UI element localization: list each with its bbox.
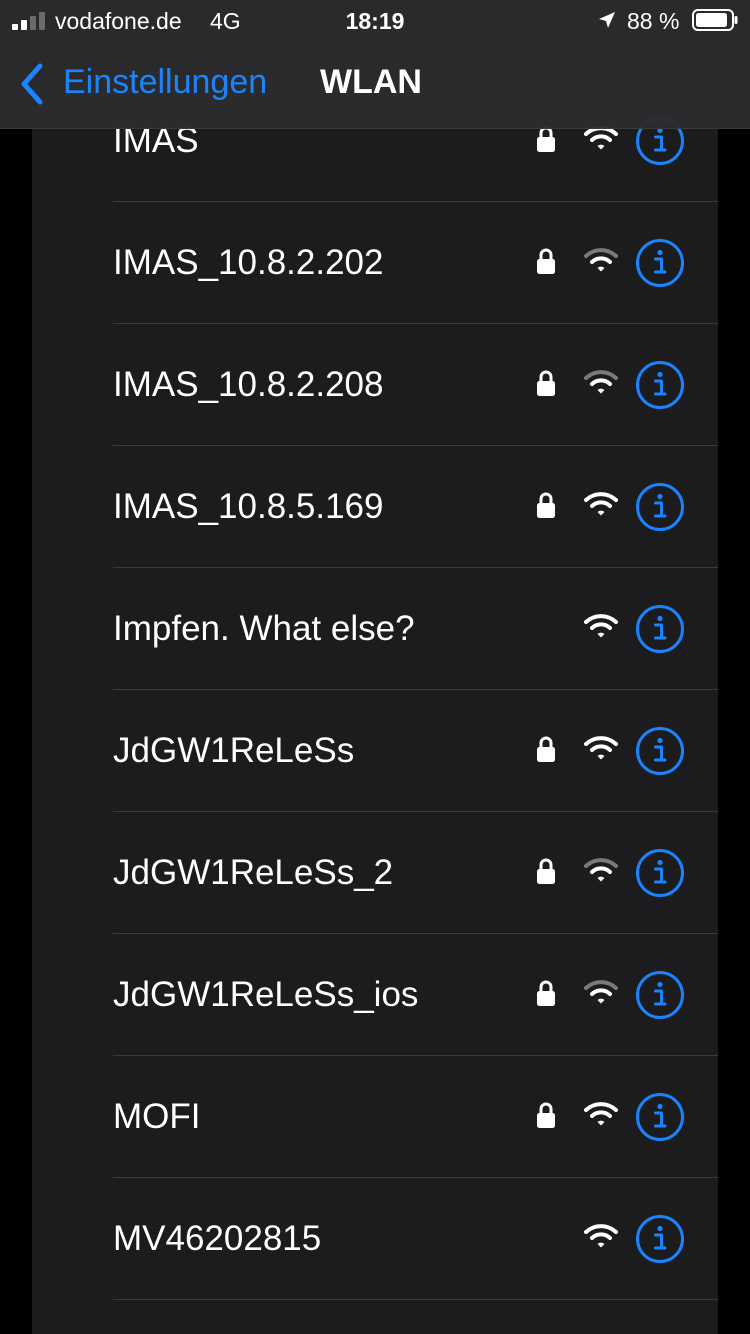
wifi-signal-icon xyxy=(584,858,618,882)
lock-icon xyxy=(537,858,555,884)
row-divider xyxy=(113,1299,718,1300)
info-icon[interactable] xyxy=(635,1214,685,1264)
info-icon[interactable] xyxy=(635,970,685,1020)
info-icon[interactable] xyxy=(635,482,685,532)
battery-percentage: 88 % xyxy=(627,8,680,34)
status-bar: vodafone.de 4G 18:19 88 % xyxy=(0,0,750,40)
network-row[interactable]: MV46202815 xyxy=(32,1178,718,1300)
network-name: MOFI xyxy=(113,1097,201,1136)
wifi-signal-icon xyxy=(584,1224,618,1248)
network-name: Impfen. What else? xyxy=(113,609,415,648)
wifi-signal-icon xyxy=(584,492,618,516)
network-name: IMAS_10.8.2.202 xyxy=(113,243,384,282)
wifi-signal-icon xyxy=(584,736,618,760)
network-list: IMAS IMAS_10.8.2.202 IMAS_10.8.2.208 IMAS_1… xyxy=(32,80,718,1334)
lock-icon xyxy=(537,1102,555,1128)
network-row[interactable]: MOFI xyxy=(32,1056,718,1178)
info-icon[interactable] xyxy=(635,238,685,288)
network-name: JdGW1ReLeSs xyxy=(113,731,355,770)
chevron-left-icon[interactable] xyxy=(16,62,46,106)
network-name: JdGW1ReLeSs_ios xyxy=(113,975,419,1014)
top-bar: vodafone.de 4G 18:19 88 % Einstellungen … xyxy=(0,0,750,129)
network-row[interactable]: JdGW1ReLeSs xyxy=(32,690,718,812)
network-row[interactable]: IMAS_10.8.2.202 xyxy=(32,202,718,324)
info-icon[interactable] xyxy=(635,848,685,898)
lock-icon xyxy=(537,370,555,396)
network-name: JdGW1ReLeSs_2 xyxy=(113,853,394,892)
battery-icon xyxy=(692,9,738,31)
lock-icon xyxy=(537,736,555,762)
network-row[interactable]: IMAS_10.8.5.169 xyxy=(32,446,718,568)
info-icon[interactable] xyxy=(635,1092,685,1142)
back-button[interactable]: Einstellungen xyxy=(63,63,267,102)
page-title: WLAN xyxy=(320,63,422,101)
lock-icon xyxy=(537,980,555,1006)
network-name: IMAS_10.8.2.208 xyxy=(113,365,384,404)
info-icon[interactable] xyxy=(635,360,685,410)
network-row[interactable]: JdGW1ReLeSs_ios xyxy=(32,934,718,1056)
lock-icon xyxy=(537,492,555,518)
network-row[interactable]: JdGW1ReLeSs_2 xyxy=(32,812,718,934)
wifi-signal-icon xyxy=(584,1102,618,1126)
info-icon[interactable] xyxy=(635,604,685,654)
wifi-signal-icon xyxy=(584,980,618,1004)
network-name: MV46202815 xyxy=(113,1219,322,1258)
lock-icon xyxy=(537,126,555,152)
network-name: IMAS_10.8.5.169 xyxy=(113,487,384,526)
wifi-signal-icon xyxy=(584,614,618,638)
info-icon[interactable] xyxy=(635,726,685,776)
wlan-settings-screen: IMAS IMAS_10.8.2.202 IMAS_10.8.2.208 IMAS_1… xyxy=(0,0,750,1334)
wifi-signal-icon xyxy=(584,370,618,394)
location-arrow-icon xyxy=(599,12,615,28)
lock-icon xyxy=(537,248,555,274)
wifi-signal-icon xyxy=(584,248,618,272)
navigation-bar: Einstellungen WLAN xyxy=(0,50,750,120)
network-row[interactable]: IMAS_10.8.2.208 xyxy=(32,324,718,446)
network-row[interactable]: Impfen. What else? xyxy=(32,568,718,690)
